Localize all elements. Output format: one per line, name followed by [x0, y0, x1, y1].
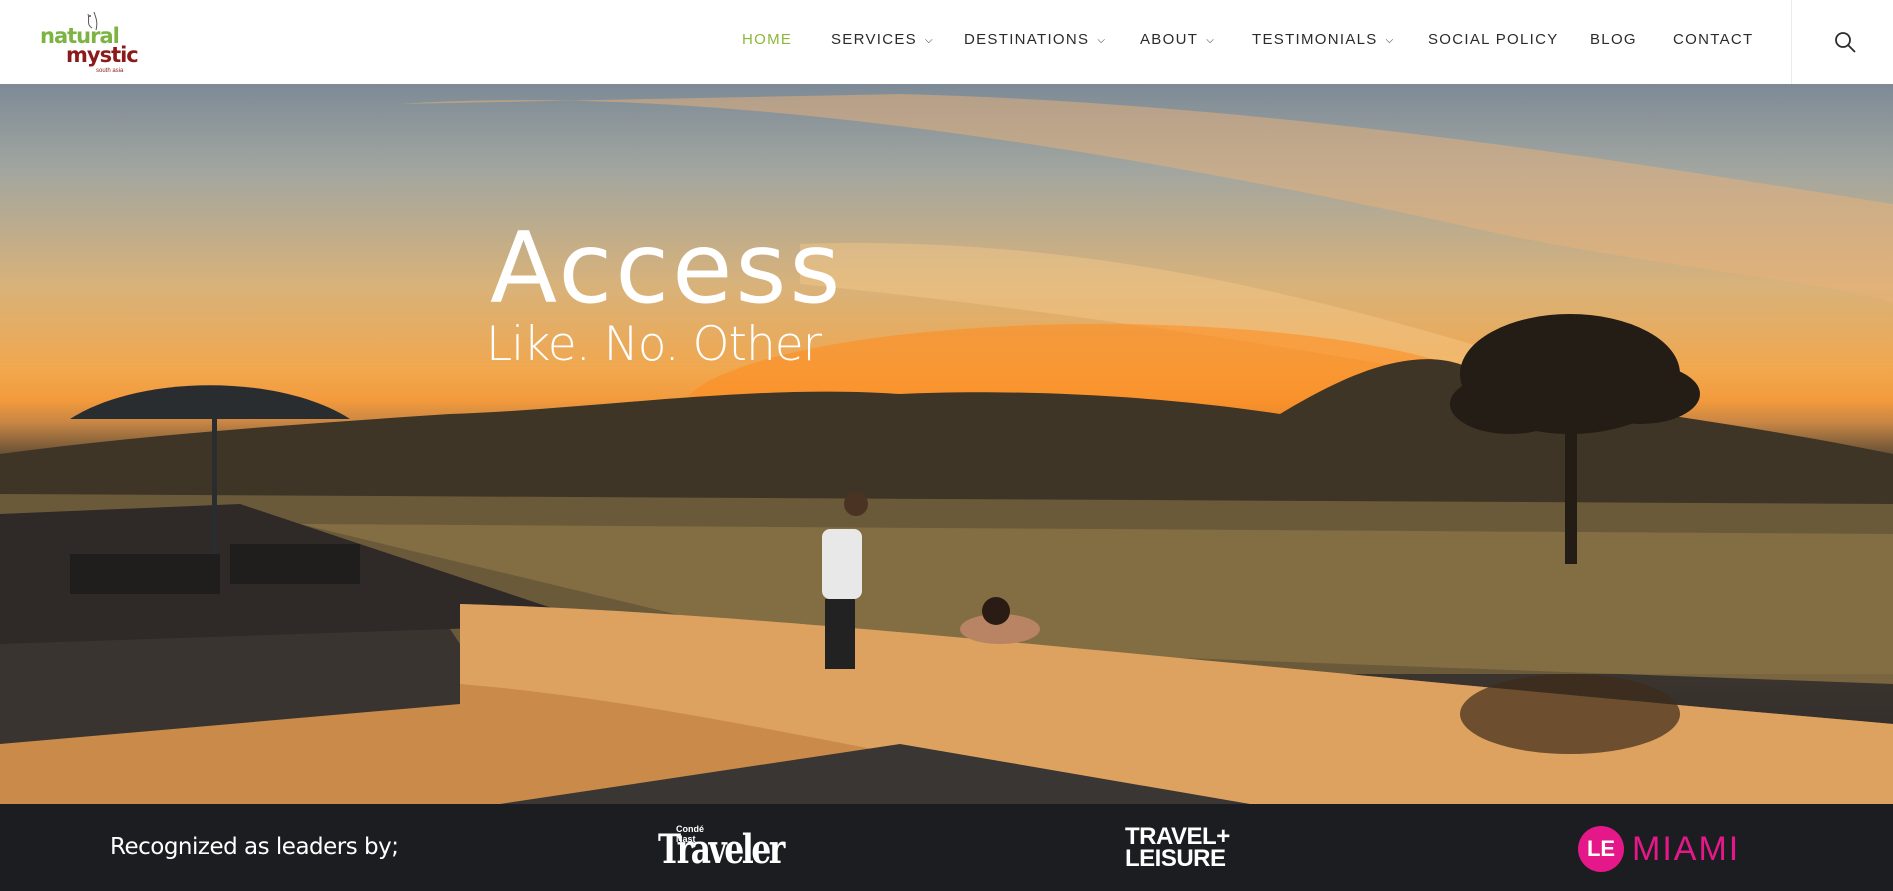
le-mark-icon: LE [1578, 826, 1624, 872]
chevron-down-icon: ⌵ [1385, 35, 1395, 46]
traveler-text: Traveler [658, 826, 785, 873]
nav-services-label: SERVICES [831, 31, 917, 48]
hero-background-image [0, 94, 1893, 804]
nav-contact-label: CONTACT [1673, 31, 1754, 48]
nav-testimonials[interactable]: TESTIMONIALS ⌵ [1252, 31, 1395, 48]
nav-blog[interactable]: BLOG [1590, 31, 1637, 48]
site-header: natural mystic south asia HOME SERVICES ⌵… [0, 0, 1893, 84]
nav-home[interactable]: HOME [742, 31, 792, 48]
hero-title: Access [490, 212, 844, 326]
nav-contact[interactable]: CONTACT [1673, 31, 1753, 48]
logo-text-region: south asia [96, 68, 124, 74]
nav-home-label: HOME [742, 31, 793, 48]
travel-leisure-logo[interactable]: TRAVEL+ LEISURE [1125, 825, 1230, 872]
nav-about-label: ABOUT [1140, 31, 1199, 48]
nav-divider [1791, 0, 1792, 84]
chevron-down-icon: ⌵ [1097, 35, 1107, 46]
nav-services[interactable]: SERVICES ⌵ [831, 31, 934, 48]
nav-blog-label: BLOG [1590, 31, 1637, 48]
le-miami-logo[interactable]: LE MIAMI [1578, 826, 1740, 872]
recognition-band: Recognized as leaders by; Condé Nast Tra… [0, 804, 1893, 891]
nav-testimonials-label: TESTIMONIALS [1252, 31, 1378, 48]
leisure-text: LEISURE [1125, 845, 1226, 872]
logo-text-mystic: mystic [66, 43, 139, 67]
chevron-down-icon: ⌵ [1206, 35, 1216, 46]
nav-social-policy-label: SOCIAL POLICY [1428, 31, 1559, 48]
chevron-down-icon: ⌵ [925, 35, 934, 46]
nav-about[interactable]: ABOUT ⌵ [1140, 31, 1215, 48]
search-icon[interactable] [1833, 30, 1857, 54]
nav-destinations-label: DESTINATIONS [964, 31, 1090, 48]
hero-heading: Access Like. No. Other [486, 212, 844, 371]
hero-banner: Access Like. No. Other [0, 84, 1893, 804]
site-logo[interactable]: natural mystic south asia [40, 10, 140, 74]
le-mark-text: LE [1586, 836, 1616, 861]
miami-text: MIAMI [1632, 829, 1741, 868]
nav-destinations[interactable]: DESTINATIONS ⌵ [964, 31, 1106, 48]
recognition-label: Recognized as leaders by; [110, 834, 399, 860]
nav-social-policy[interactable]: SOCIAL POLICY [1428, 31, 1559, 48]
hero-subtitle: Like. No. Other [486, 317, 822, 372]
